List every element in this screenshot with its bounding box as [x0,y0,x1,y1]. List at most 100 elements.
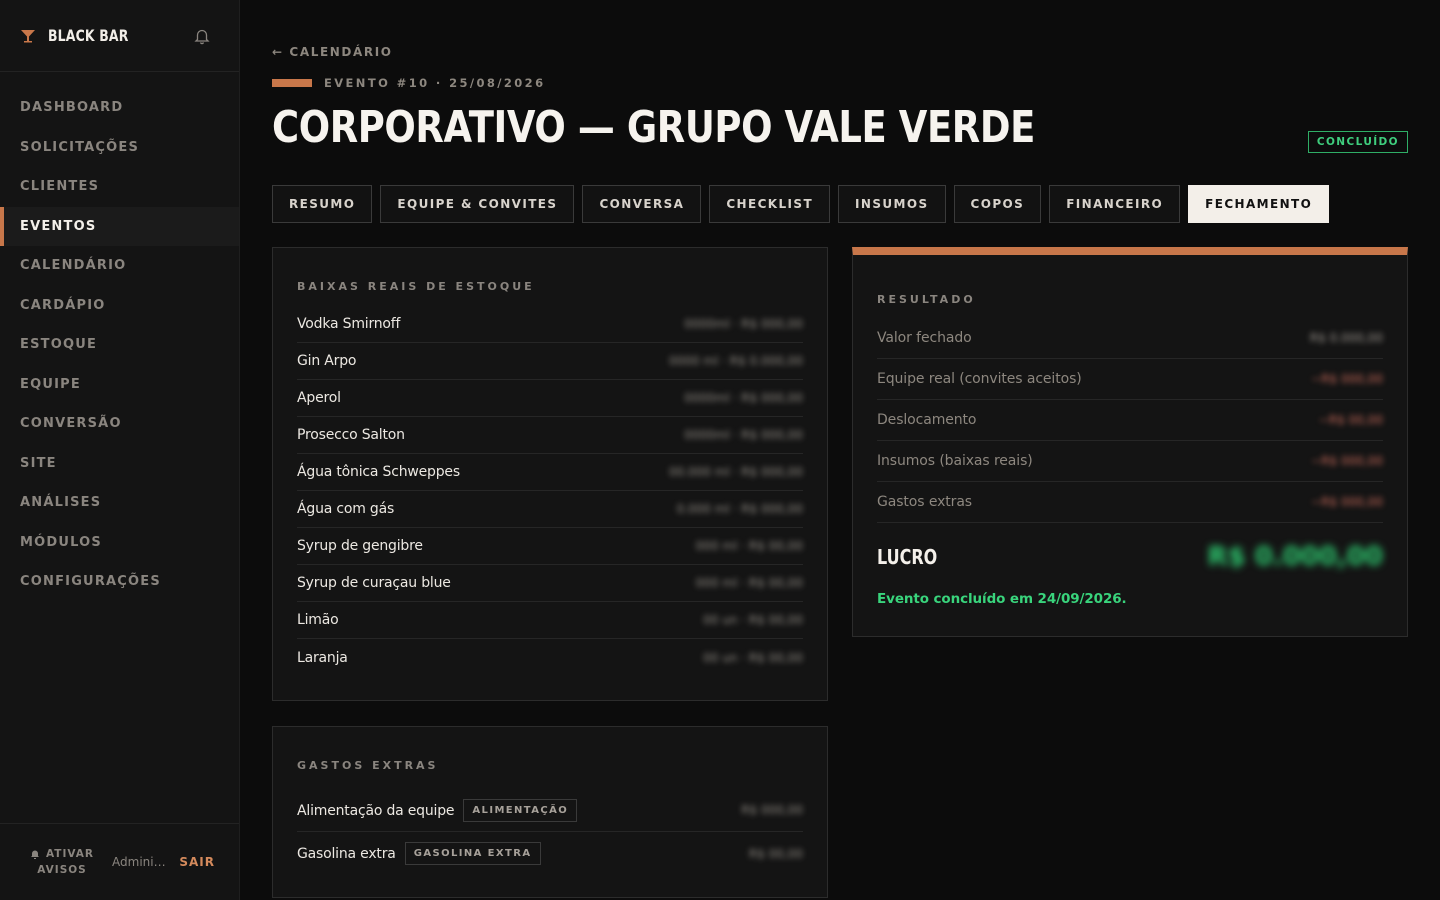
extras-card-title: GASTOS EXTRAS [297,759,439,772]
list-item: Laranja 00 un · R$ 00,00 [297,639,803,676]
sidebar-item-conversao[interactable]: CONVERSÃO [0,404,239,444]
item-name: Laranja [297,649,348,666]
result-label: Deslocamento [877,412,977,428]
category-tag: ALIMENTAÇÃO [463,798,578,822]
list-item: Gasolina extra GASOLINA EXTRA R$ 00,00 [297,832,803,875]
bell-icon[interactable] [193,27,211,45]
result-value: R$ 0.000,00 [1309,331,1383,345]
stock-writeoffs-card: BAIXAS REAIS DE ESTOQUE Vodka Smirnoff 00… [272,247,828,701]
notify-label-line1: ATIVAR [46,848,95,860]
tab-equipe-convites[interactable]: EQUIPE & CONVITES [380,185,575,223]
item-value: 000 ml · R$ 00,00 [695,576,803,590]
tab-financeiro[interactable]: FINANCEIRO [1049,185,1181,223]
event-meta: EVENTO #10 · 25/08/2026 [272,76,546,90]
sidebar-item-solicitacoes[interactable]: SOLICITAÇÕES [0,128,239,168]
item-value: 00 un · R$ 00,00 [703,613,803,627]
result-label: Equipe real (convites aceitos) [877,371,1082,387]
back-to-calendar-link[interactable]: ← CALENDÁRIO [272,45,393,59]
meta-accent-bar [272,79,312,87]
result-value: −R$ 000,00 [1311,495,1383,509]
item-value: 0000ml · R$ 000,00 [684,317,803,331]
result-value: −R$ 000,00 [1311,372,1383,386]
item-name: Aperol [297,390,341,406]
expense-value: R$ 000,00 [741,803,803,817]
main-content: ← CALENDÁRIO EVENTO #10 · 25/08/2026 COR… [240,0,1440,900]
list-item: Alimentação da equipe ALIMENTAÇÃO R$ 000… [297,789,803,832]
sidebar-footer: ATIVAR AVISOS Administ... SAIR [0,823,239,900]
tab-insumos[interactable]: INSUMOS [838,185,946,223]
item-name: Gin Arpo [297,353,357,369]
sidebar-item-dashboard[interactable]: DASHBOARD [0,88,239,128]
result-row: Equipe real (convites aceitos) −R$ 000,00 [877,359,1383,400]
sidebar-item-cardapio[interactable]: CARDÁPIO [0,286,239,326]
bell-small-icon [31,850,39,859]
sidebar-item-estoque[interactable]: ESTOQUE [0,325,239,365]
list-item: Água com gás 0.000 ml · R$ 000,00 [297,491,803,528]
stock-list: Vodka Smirnoff 0000ml · R$ 000,00 Gin Arp… [297,306,803,676]
sidebar: BLACK BAR DASHBOARD SOLICITAÇÕES CLIENTE… [0,0,240,900]
result-label: Gastos extras [877,494,972,510]
item-value: 0.000 ml · R$ 000,00 [676,502,803,516]
result-row: Deslocamento −R$ 00,00 [877,400,1383,441]
sidebar-item-configuracoes[interactable]: CONFIGURAÇÕES [0,562,239,602]
result-value: −R$ 000,00 [1311,454,1383,468]
tab-checklist[interactable]: CHECKLIST [709,185,831,223]
list-item: Gin Arpo 0000 ml · R$ 0.000,00 [297,343,803,380]
profit-value: R$ 0.000,00 [1207,542,1383,572]
enable-notifications-button[interactable]: ATIVAR AVISOS [30,846,94,878]
item-name: Limão [297,612,339,628]
brand-name[interactable]: BLACK BAR [48,26,128,45]
list-item: Vodka Smirnoff 0000ml · R$ 000,00 [297,306,803,343]
item-name: Água com gás [297,501,395,517]
result-value: −R$ 00,00 [1318,413,1383,427]
item-name: Syrup de gengibre [297,538,423,554]
result-label: Valor fechado [877,330,972,346]
logout-button[interactable]: SAIR [179,855,215,869]
list-item: Prosecco Salton 0000ml · R$ 000,00 [297,417,803,454]
tab-resumo[interactable]: RESUMO [272,185,373,223]
sidebar-item-site[interactable]: SITE [0,444,239,484]
sidebar-item-analises[interactable]: ANÁLISES [0,483,239,523]
list-item: Limão 00 un · R$ 00,00 [297,602,803,639]
item-value: 0000 ml · R$ 0.000,00 [668,354,803,368]
sidebar-item-modulos[interactable]: MÓDULOS [0,523,239,563]
category-tag: GASOLINA EXTRA [404,842,541,865]
tab-fechamento[interactable]: FECHAMENTO [1188,185,1330,223]
item-value: 00.000 ml · R$ 000,00 [668,465,803,479]
event-number-date: EVENTO #10 · 25/08/2026 [324,76,546,90]
item-value: 00 un · R$ 00,00 [703,650,803,665]
expense-value: R$ 00,00 [748,846,803,861]
item-name: Água tônica Schweppes [297,464,460,480]
result-row: Gastos extras −R$ 000,00 [877,482,1383,523]
tab-conversa[interactable]: CONVERSA [582,185,702,223]
item-name: Prosecco Salton [297,427,405,443]
result-row: Insumos (baixas reais) −R$ 000,00 [877,441,1383,482]
profit-label: LUCRO [877,545,938,569]
sidebar-item-equipe[interactable]: EQUIPE [0,365,239,405]
stock-card-title: BAIXAS REAIS DE ESTOQUE [297,280,535,293]
extra-expenses-card: GASTOS EXTRAS Alimentação da equipe ALIM… [272,726,828,898]
sidebar-item-clientes[interactable]: CLIENTES [0,167,239,207]
page-title: CORPORATIVO — GRUPO VALE VERDE [272,102,1035,153]
notify-label-line2: AVISOS [37,864,87,876]
completion-note: Evento concluído em 24/09/2026. [877,591,1127,607]
item-value: 0000ml · R$ 000,00 [684,428,803,442]
result-card-title: RESULTADO [877,293,976,306]
profit-row: LUCRO R$ 0.000,00 [877,535,1383,579]
list-item: Syrup de gengibre 000 ml · R$ 00,00 [297,528,803,565]
list-item: Syrup de curaçau blue 000 ml · R$ 00,00 [297,565,803,602]
sidebar-item-calendario[interactable]: CALENDÁRIO [0,246,239,286]
tab-copos[interactable]: COPOS [953,185,1042,223]
sidebar-item-eventos[interactable]: EVENTOS [0,206,239,246]
expense-name: Alimentação da equipe [297,802,455,819]
event-tabs: RESUMO EQUIPE & CONVITES CONVERSA CHECKL… [272,185,1330,223]
result-label: Insumos (baixas reais) [877,453,1033,469]
item-name: Syrup de curaçau blue [297,575,451,591]
list-item: Aperol 0000ml · R$ 000,00 [297,380,803,417]
item-name: Vodka Smirnoff [297,316,401,332]
item-value: 000 ml · R$ 00,00 [695,539,803,553]
user-name: Administ... [112,855,167,869]
result-card: RESULTADO Valor fechado R$ 0.000,00 Equip… [852,247,1408,637]
list-item: Água tônica Schweppes 00.000 ml · R$ 000,… [297,454,803,491]
item-value: 0000ml · R$ 000,00 [684,391,803,405]
